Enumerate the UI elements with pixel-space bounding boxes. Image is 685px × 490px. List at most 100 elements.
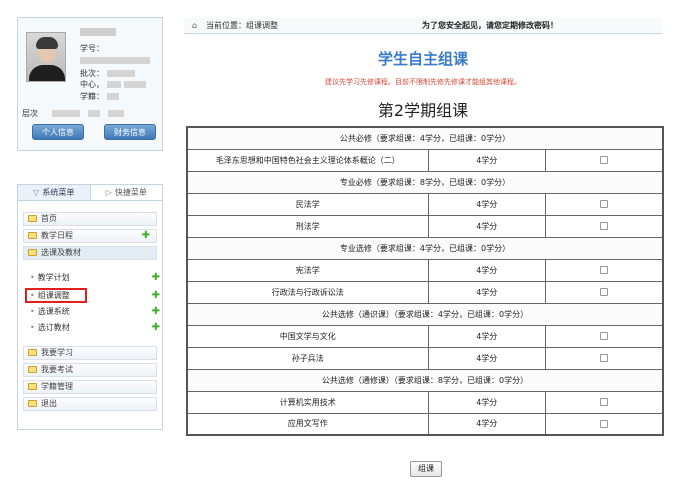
folder-icon: [28, 349, 37, 356]
course-credit: 4学分: [427, 280, 546, 304]
folder-icon: [28, 232, 37, 239]
plus-icon[interactable]: ✚: [142, 230, 150, 242]
menu-item-status-management[interactable]: 学籍管理: [23, 380, 157, 394]
course-checkbox[interactable]: [599, 156, 608, 164]
course-credit: 4学分: [427, 214, 546, 238]
course-checkbox[interactable]: [599, 222, 608, 230]
course-name: 毛泽东思想和中国特色社会主义理论体系概论（二）: [186, 148, 429, 172]
plus-icon[interactable]: ✚: [152, 272, 160, 284]
course-row: 毛泽东思想和中国特色社会主义理论体系概论（二） 4学分: [186, 148, 664, 172]
course-row: 孙子兵法 4学分: [186, 346, 664, 370]
course-checkbox[interactable]: [599, 332, 608, 340]
submenu-item-order-textbook[interactable]: • 选订教材 ✚: [30, 322, 164, 334]
submit-course-button[interactable]: 组课: [410, 461, 442, 477]
menu-item-home[interactable]: 首页: [23, 212, 157, 226]
plus-icon[interactable]: ✚: [152, 290, 160, 302]
folder-icon: [28, 383, 37, 390]
student-name-masked: [80, 28, 116, 36]
course-checkbox[interactable]: [599, 354, 608, 362]
batch-label: 批次：: [80, 69, 104, 78]
level-row: 层次: [22, 108, 124, 119]
course-checkbox-cell: [544, 280, 664, 304]
course-credit: 4学分: [427, 390, 546, 414]
term-title: 第2学期组课: [377, 101, 469, 120]
submenu-item-teaching-plan[interactable]: • 教学计划 ✚: [30, 272, 164, 284]
course-credit: 4学分: [427, 258, 546, 282]
course-checkbox-cell: [544, 214, 664, 238]
triangle-down-icon: ▽: [33, 188, 40, 197]
menu-item-course-selection[interactable]: 选课及教材: [23, 246, 157, 260]
home-icon[interactable]: ⌂: [192, 18, 202, 33]
course-checkbox-cell: [544, 390, 664, 414]
course-name: 应用文写作: [186, 412, 429, 436]
profile-panel: 学号： 批次： 中心， 学籍： 层次 个人信息 财务信息: [17, 17, 163, 151]
course-name: 民法学: [186, 192, 429, 216]
page-title: 学生自主组课: [377, 50, 468, 68]
menu-item-logout[interactable]: 退出: [23, 397, 157, 411]
course-row: 计算机实用技术 4学分: [186, 390, 664, 414]
course-credit: 4学分: [427, 148, 546, 172]
course-checkbox-cell: [544, 258, 664, 282]
group-header: 公共必修（要求组课：4学分，已组课：0学分）: [186, 126, 664, 150]
course-credit: 4学分: [427, 192, 546, 216]
menu-item-exam[interactable]: 我要考试: [23, 363, 157, 377]
folder-icon: [28, 400, 37, 407]
triangle-right-icon: ▷: [105, 188, 112, 197]
course-name: 宪法学: [186, 258, 429, 282]
course-row: 宪法学 4学分: [186, 258, 664, 282]
course-credit: 4学分: [427, 324, 546, 348]
course-checkbox[interactable]: [599, 288, 608, 296]
group-header: 专业必修（要求组课：8学分，已组课：0学分）: [186, 170, 664, 194]
student-no-label: 学号：: [80, 44, 104, 53]
group-header-row: 专业必修（要求组课：8学分，已组课：0学分）: [186, 170, 664, 194]
course-checkbox[interactable]: [599, 200, 608, 208]
menu-item-study[interactable]: 我要学习: [23, 346, 157, 360]
current-item-highlight: [25, 288, 87, 303]
course-checkbox-cell: [544, 346, 664, 370]
security-notice: 为了您安全起见，请您定期修改密码！: [422, 21, 558, 30]
plus-icon[interactable]: ✚: [152, 306, 160, 318]
student-no-row: 学号：: [80, 43, 104, 54]
plus-icon[interactable]: ✚: [152, 322, 160, 334]
course-checkbox-cell: [544, 192, 664, 216]
course-checkbox-cell: [544, 324, 664, 348]
course-checkbox[interactable]: [599, 266, 608, 274]
folder-icon: [28, 215, 37, 222]
level-label: 层次: [22, 109, 38, 118]
course-checkbox[interactable]: [599, 419, 608, 428]
group-header: 公共选修（通识课）（要求组课：4学分，已组课：0学分）: [186, 302, 664, 326]
tab-system-menu[interactable]: ▽ 系统菜单: [18, 185, 91, 200]
course-name: 计算机实用技术: [186, 390, 429, 414]
student-photo: [26, 32, 66, 82]
group-header-row: 公共选修（通识课）（要求组课：4学分，已组课：0学分）: [186, 302, 664, 326]
course-row: 中国文学与文化 4学分: [186, 324, 664, 348]
course-name: 孙子兵法: [186, 346, 429, 370]
batch-row: 批次：: [80, 68, 135, 79]
folder-icon: [28, 249, 37, 256]
course-checkbox-cell: [544, 148, 664, 172]
tab-quick-menu[interactable]: ▷ 快捷菜单: [91, 185, 163, 200]
course-row: 应用文写作 4学分: [186, 412, 664, 436]
course-row: 行政法与行政诉讼法 4学分: [186, 280, 664, 304]
group-header: 公共选修（通修课）（要求组课：8学分，已组课：0学分）: [186, 368, 664, 392]
status-label: 学籍：: [80, 92, 104, 101]
course-name: 行政法与行政诉讼法: [186, 280, 429, 304]
group-header: 专业选修（要求组课：4学分，已组课：0学分）: [186, 236, 664, 260]
submenu-item-course-system[interactable]: • 选课系统 ✚: [30, 306, 164, 318]
location-bar: ⌂ 当前位置：组课调整 为了您安全起见，请您定期修改密码！: [184, 18, 662, 34]
student-extra-masked: [80, 56, 150, 65]
folder-icon: [28, 366, 37, 373]
course-row: 刑法学 4学分: [186, 214, 664, 238]
course-checkbox[interactable]: [599, 398, 608, 406]
finance-info-button[interactable]: 财务信息: [104, 124, 156, 140]
group-header-row: 公共选修（通修课）（要求组课：8学分，已组课：0学分）: [186, 368, 664, 392]
personal-info-button[interactable]: 个人信息: [32, 124, 84, 140]
menu-tabs: ▽ 系统菜单 ▷ 快捷菜单: [18, 185, 162, 201]
status-row: 学籍：: [80, 91, 119, 102]
center-row: 中心，: [80, 79, 146, 90]
course-credit: 4学分: [427, 346, 546, 370]
course-table: 公共必修（要求组课：4学分，已组课：0学分） 毛泽东思想和中国特色社会主义理论体系…: [186, 126, 664, 436]
course-name: 中国文学与文化: [186, 324, 429, 348]
menu-item-schedule[interactable]: 教学日程 ✚: [23, 229, 157, 243]
course-name: 刑法学: [186, 214, 429, 238]
